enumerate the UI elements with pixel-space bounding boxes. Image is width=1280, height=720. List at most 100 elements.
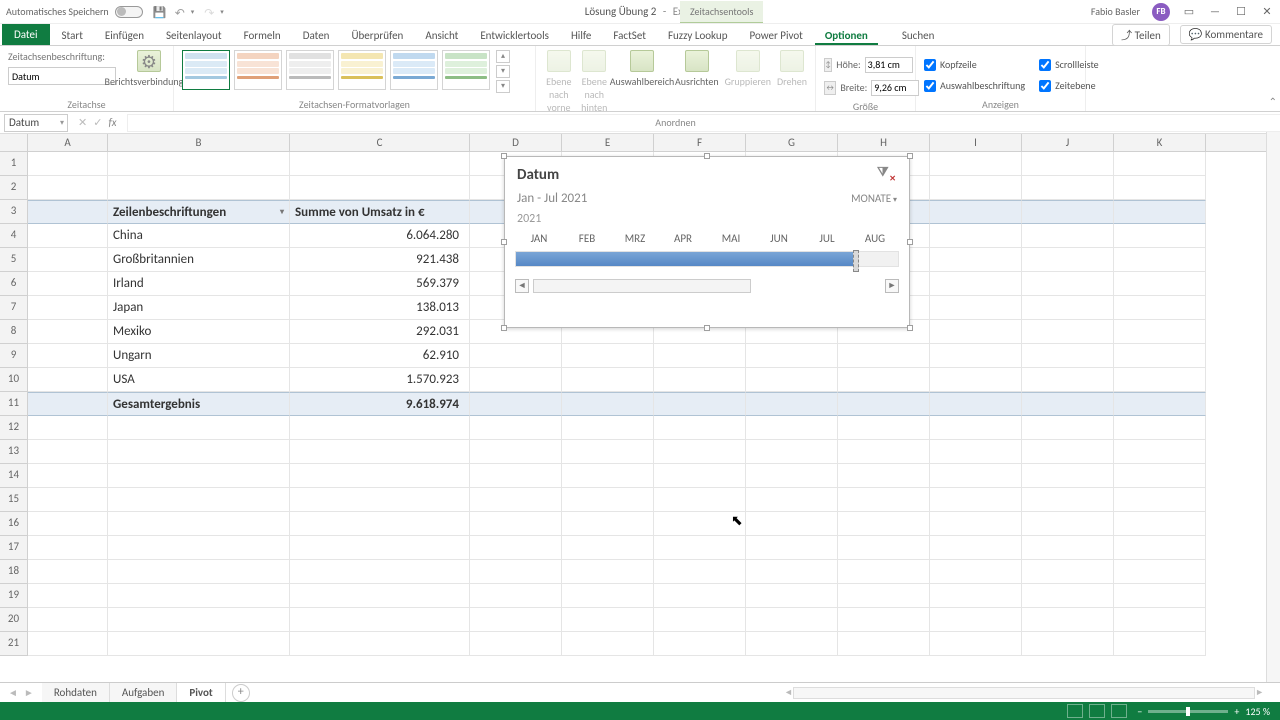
row-header[interactable]: 21 (0, 632, 27, 656)
width-input[interactable] (871, 80, 919, 96)
worksheet-grid[interactable]: A B C D E F G H I J K 123456789101112131… (0, 134, 1280, 682)
tab-file[interactable]: Datei (2, 24, 50, 45)
undo-icon[interactable] (175, 6, 187, 18)
row-header[interactable]: 20 (0, 608, 27, 632)
row-header[interactable]: 9 (0, 344, 27, 368)
minimize-icon[interactable]: — (1208, 5, 1222, 19)
row-header[interactable]: 1 (0, 152, 27, 176)
col-header[interactable]: H (838, 134, 930, 151)
month-label[interactable]: MAI (707, 228, 755, 249)
col-header[interactable]: A (28, 134, 108, 151)
select-all-corner[interactable] (0, 134, 28, 151)
col-header[interactable]: C (290, 134, 470, 151)
autosave-toggle[interactable]: Automatisches Speichern (6, 5, 143, 18)
selection-pane-button[interactable]: Auswahlbereich (615, 50, 669, 88)
close-icon[interactable]: ✕ (1260, 5, 1274, 19)
align-button[interactable]: Ausrichten (675, 50, 719, 88)
month-label[interactable]: JAN (515, 228, 563, 249)
redo-icon[interactable] (204, 6, 216, 18)
cb-selection-label[interactable] (924, 80, 936, 92)
row-header[interactable]: 17 (0, 536, 27, 560)
height-input[interactable] (865, 57, 913, 73)
tab-help[interactable]: Hilfe (561, 25, 601, 45)
zoom-level[interactable]: 125 % (1245, 705, 1270, 718)
month-label[interactable]: MRZ (611, 228, 659, 249)
qat-customize-icon[interactable]: ▾ (220, 7, 224, 16)
tab-insert[interactable]: Einfügen (95, 25, 154, 45)
col-header[interactable]: D (470, 134, 562, 151)
col-header[interactable]: I (930, 134, 1022, 151)
sheet-nav-next-icon[interactable]: ► (24, 686, 34, 699)
month-label[interactable]: FEB (563, 228, 611, 249)
month-label[interactable]: APR (659, 228, 707, 249)
col-header[interactable]: F (654, 134, 746, 151)
caption-input[interactable] (8, 67, 116, 85)
zoom-slider[interactable] (1148, 710, 1228, 713)
row-header[interactable]: 6 (0, 272, 27, 296)
zoom-in-icon[interactable]: + (1234, 705, 1239, 718)
tab-options[interactable]: Optionen (815, 25, 878, 45)
search-box[interactable]: Suchen (892, 25, 945, 45)
row-header[interactable]: 19 (0, 584, 27, 608)
tab-review[interactable]: Überprüfen (341, 25, 413, 45)
maximize-icon[interactable]: ☐ (1234, 5, 1248, 19)
sheet-nav-prev-icon[interactable]: ◄ (8, 686, 18, 699)
comments-button[interactable]: 💬 Kommentare (1180, 25, 1272, 44)
col-header[interactable]: G (746, 134, 838, 151)
clear-filter-icon[interactable] (877, 165, 897, 185)
timeline-track[interactable] (515, 251, 899, 267)
sheet-tab[interactable]: Aufgaben (110, 683, 177, 702)
row-header[interactable]: 10 (0, 368, 27, 392)
row-header[interactable]: 15 (0, 488, 27, 512)
horizontal-scrollbar[interactable]: ◄► (784, 686, 1264, 700)
timeline-styles-gallery[interactable]: ▴▾▾ (182, 50, 510, 93)
col-header[interactable]: K (1114, 134, 1206, 151)
ribbon-display-icon[interactable]: ▭ (1182, 5, 1196, 19)
col-header[interactable]: B (108, 134, 290, 151)
row-header[interactable]: 2 (0, 176, 27, 200)
report-connections-button[interactable]: Berichtsverbindungen (122, 50, 176, 88)
cb-scrollbar[interactable] (1039, 59, 1051, 71)
undo-drop-icon[interactable]: ▾ (191, 7, 195, 16)
toggle-switch[interactable] (115, 6, 143, 18)
name-box[interactable]: Datum (4, 114, 68, 132)
row-header[interactable]: 7 (0, 296, 27, 320)
row-header[interactable]: 4 (0, 224, 27, 248)
sheet-tab[interactable]: Rohdaten (42, 683, 110, 702)
month-label[interactable]: JUN (755, 228, 803, 249)
tab-factset[interactable]: FactSet (603, 25, 656, 45)
tab-formulas[interactable]: Formeln (234, 25, 291, 45)
cb-header[interactable] (924, 59, 936, 71)
add-sheet-button[interactable]: + (232, 684, 250, 702)
row-header[interactable]: 12 (0, 416, 27, 440)
row-header[interactable]: 14 (0, 464, 27, 488)
tab-powerpivot[interactable]: Power Pivot (739, 25, 812, 45)
row-header[interactable]: 5 (0, 248, 27, 272)
collapse-ribbon-icon[interactable]: ⌃ (1269, 95, 1277, 108)
view-normal-icon[interactable] (1067, 704, 1083, 718)
vertical-scrollbar[interactable] (1266, 132, 1280, 682)
timeline-selection[interactable] (516, 252, 856, 266)
tab-start[interactable]: Start (52, 25, 93, 45)
tab-developer[interactable]: Entwicklertools (470, 25, 559, 45)
scroll-right-icon[interactable]: ► (885, 279, 899, 293)
col-header[interactable]: E (562, 134, 654, 151)
month-label[interactable]: AUG (851, 228, 899, 249)
sheet-tab[interactable]: Pivot (177, 683, 225, 704)
view-pagebreak-icon[interactable] (1111, 704, 1127, 718)
user-name[interactable]: Fabio Basler (1091, 5, 1140, 18)
zoom-out-icon[interactable]: − (1137, 705, 1142, 718)
row-header[interactable]: 3 (0, 200, 27, 224)
scroll-left-icon[interactable]: ◄ (515, 279, 529, 293)
scroll-thumb[interactable] (533, 279, 751, 293)
tab-view[interactable]: Ansicht (415, 25, 468, 45)
save-icon[interactable] (153, 6, 165, 18)
tab-layout[interactable]: Seitenlayout (156, 25, 232, 45)
avatar[interactable]: FB (1152, 3, 1170, 21)
row-header[interactable]: 18 (0, 560, 27, 584)
row-header[interactable]: 8 (0, 320, 27, 344)
row-header[interactable]: 11 (0, 392, 27, 416)
tab-fuzzy[interactable]: Fuzzy Lookup (658, 25, 738, 45)
view-layout-icon[interactable] (1089, 704, 1105, 718)
time-level-dropdown[interactable]: MONATE (851, 192, 897, 205)
